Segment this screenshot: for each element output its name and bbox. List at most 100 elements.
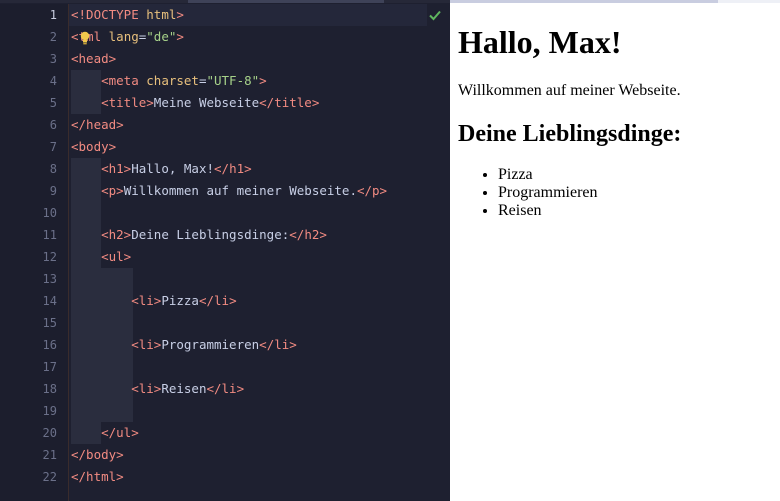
code-token: <h2> <box>101 227 132 242</box>
line-number: 5 <box>49 96 57 110</box>
code-token: charset <box>146 73 199 88</box>
code-line[interactable]: <p>Willkommen auf meiner Webseite.</p> <box>71 180 387 202</box>
code-token: Programmieren <box>161 337 260 352</box>
line-number: 19 <box>42 404 57 418</box>
line-number: 10 <box>42 206 57 220</box>
code-token: > <box>176 29 184 44</box>
code-token: lang <box>108 29 139 44</box>
code-token: </body> <box>71 447 124 462</box>
line-number: 4 <box>49 74 57 88</box>
list-item: Programmieren <box>498 184 598 202</box>
list-item: Reisen <box>498 202 598 220</box>
code-line[interactable]: <head> <box>71 48 116 70</box>
code-token: Willkommen auf meiner Webseite. <box>123 183 357 198</box>
code-line[interactable]: <li>Programmieren</li> <box>71 334 297 356</box>
code-token: </ul> <box>101 425 139 440</box>
preview-scroll-indicator <box>450 0 780 3</box>
line-number: 11 <box>42 228 57 242</box>
code-token: <meta <box>101 73 147 88</box>
line-number: 12 <box>42 250 57 264</box>
line-number: 15 <box>42 316 57 330</box>
line-number: 14 <box>42 294 57 308</box>
code-token: </li> <box>198 293 237 308</box>
code-line[interactable]: <!DOCTYPE html> <box>71 4 184 26</box>
code-token: <ul> <box>101 249 132 264</box>
line-number: 20 <box>42 426 57 440</box>
line-number: 1 <box>49 8 57 22</box>
line-number-gutter: 1 2 3 4 5 6 7 8 9 10 11 12 13 14 15 16 17 18 19 20 21 22 <box>0 4 68 501</box>
code-token: </h2> <box>289 227 327 242</box>
code-line[interactable]: <title>Meine Webseite</title> <box>71 92 319 114</box>
line-number: 7 <box>49 140 57 154</box>
lightbulb-icon[interactable] <box>79 31 91 45</box>
code-line[interactable]: </ul> <box>71 422 139 444</box>
line-number: 16 <box>42 338 57 352</box>
line-number: 18 <box>42 382 57 396</box>
code-line[interactable]: </html> <box>71 466 124 488</box>
code-line[interactable]: <li>Pizza</li> <box>71 290 237 312</box>
line-number: 17 <box>42 360 57 374</box>
browser-preview-pane: Hallo, Max! Willkommen auf meiner Websei… <box>450 0 780 501</box>
code-line[interactable]: <h2>Deine Lieblingsdinge:</h2> <box>71 224 327 246</box>
code-line[interactable]: <meta charset="UTF-8"> <box>71 70 267 92</box>
code-line[interactable]: <li>Reisen</li> <box>71 378 244 400</box>
code-token: <p> <box>101 183 124 198</box>
code-token: <!DOCTYPE <box>71 7 147 22</box>
code-token: Hallo, Max! <box>131 161 215 176</box>
code-token: > <box>176 7 184 22</box>
active-tab-indicator <box>188 0 384 3</box>
code-line[interactable]: <h1>Hallo, Max!</h1> <box>71 158 252 180</box>
code-token: <title> <box>101 95 154 110</box>
code-line[interactable]: </body> <box>71 444 124 466</box>
code-token: </html> <box>71 469 124 484</box>
code-line[interactable]: <body> <box>71 136 116 158</box>
code-token: "UTF-8" <box>206 73 260 88</box>
code-token: html <box>146 7 177 22</box>
code-token: </li> <box>206 381 245 396</box>
code-line[interactable]: <ul> <box>71 246 131 268</box>
code-token: <head> <box>71 51 117 66</box>
gutter-separator <box>68 4 69 501</box>
preview-subheading: Deine Lieblingsdinge: <box>458 121 682 147</box>
code-token: <li> <box>131 337 162 352</box>
list-item: Pizza <box>498 166 598 184</box>
line-number: 21 <box>42 448 57 462</box>
code-token: < <box>71 29 79 44</box>
line-number: 2 <box>49 30 57 44</box>
preview-list: Pizza Programmieren Reisen <box>458 166 598 220</box>
line-number: 13 <box>42 272 57 286</box>
line-number: 3 <box>49 52 57 66</box>
editor-tab-strip <box>0 0 450 3</box>
code-token: <li> <box>131 381 162 396</box>
code-token: <li> <box>131 293 162 308</box>
line-number: 9 <box>49 184 57 198</box>
code-token: Pizza <box>161 293 199 308</box>
code-token: Reisen <box>161 381 207 396</box>
code-token: <body> <box>71 139 117 154</box>
code-token: </h1> <box>214 161 252 176</box>
code-token: </p> <box>356 183 388 198</box>
line-number: 22 <box>42 470 57 484</box>
code-token: Deine Lieblingsdinge: <box>131 227 290 242</box>
code-token: Meine Webseite <box>153 95 260 110</box>
preview-paragraph: Willkommen auf meiner Webseite. <box>458 82 681 99</box>
preview-heading: Hallo, Max! <box>458 24 622 60</box>
code-editor-pane[interactable]: 1 2 3 4 5 6 7 8 9 10 11 12 13 14 15 16 17 18 19 20 21 22 <!DO… <box>0 0 450 501</box>
line-number: 6 <box>49 118 57 132</box>
code-token: > <box>259 73 267 88</box>
check-icon[interactable] <box>428 8 442 22</box>
code-token: "de" <box>146 29 177 44</box>
code-token: </title> <box>259 95 320 110</box>
code-token: </li> <box>259 337 297 352</box>
code-line[interactable]: </head> <box>71 114 124 136</box>
